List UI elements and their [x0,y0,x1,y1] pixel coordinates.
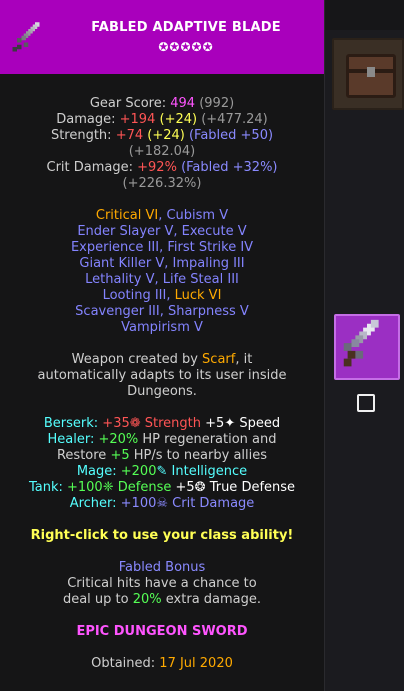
class-tank-line: Tank: +100❈ Defense +5❂ True Defense [28,480,296,495]
sword-icon [8,20,44,56]
enchant-line: Critical VI, Cubism V [95,208,229,223]
class-healer-line: Restore +5 HP/s to nearby allies [56,448,268,463]
true-defense-icon: ❂ [194,480,206,495]
tooltip-body: Gear Score: 494 (992) Damage: +194 (+24)… [0,96,324,672]
speed-icon: ✦ [224,416,236,431]
description-line: automatically adapts to its user inside [37,368,287,383]
enchant-line: Vampirism V [121,320,203,335]
intelligence-icon: ✎ [156,464,168,479]
class-berserk-line: Berserk: +35❁ Strength +5✦ Speed [43,416,281,431]
class-healer-line: Healer: +20% HP regeneration and [47,432,277,447]
enchant-line: Looting III, Luck VI [102,288,222,303]
crit-damage-line: Crit Damage: +92% (Fabled +32%) [46,160,278,175]
strength-extra-line: (+182.04) [128,144,196,159]
description-line: Weapon created by Scarf, it [71,352,253,367]
item-tooltip: FABLED ADAPTIVE BLADE ✪✪✪✪✪ Gear Score: … [0,0,325,691]
enchant-line: Experience III, First Strike IV [70,240,254,255]
enchant-line: Lethality V, Life Steal III [85,272,239,287]
fabled-bonus-line: deal up to 20% extra damage. [62,592,262,607]
enchant-line: Giant Killer V, Impaling III [79,256,245,271]
crit-extra-line: (+226.32%) [122,176,202,191]
damage-line: Damage: +194 (+24) (+477.24) [56,112,268,127]
crit-damage-icon: ☠ [156,496,169,511]
gear-score-line: Gear Score: 494 (992) [89,96,235,111]
fabled-bonus-line: Critical hits have a chance to [67,576,257,591]
enchant-line: Scavenger III, Sharpness V [75,304,249,319]
sword-icon [343,319,379,367]
item-stars: ✪✪✪✪✪ [158,40,214,54]
inventory-slot-sword[interactable] [334,314,400,380]
strength-line: Strength: +74 (+24) (Fabled +50) [50,128,274,143]
enchant-line: Ender Slayer V, Execute V [77,224,247,239]
class-mage-line: Mage: +200✎ Intelligence [76,464,248,479]
item-rarity: EPIC DUNGEON SWORD [76,624,248,639]
strength-icon: ❁ [129,416,141,431]
ability-hint: Right-click to use your class ability! [30,528,294,543]
obtained-line: Obtained: 17 Jul 2020 [91,656,233,671]
defense-icon: ❈ [102,480,114,495]
item-title: FABLED ADAPTIVE BLADE [91,20,281,35]
chest-icon [346,54,396,98]
inventory-slot-chest[interactable] [332,38,404,110]
checkbox[interactable] [357,394,375,412]
tooltip-header: FABLED ADAPTIVE BLADE ✪✪✪✪✪ [0,0,324,74]
fabled-bonus-title: Fabled Bonus [118,560,206,575]
description-line: Dungeons. [127,384,197,399]
class-archer-line: Archer: +100☠ Crit Damage [69,496,255,511]
